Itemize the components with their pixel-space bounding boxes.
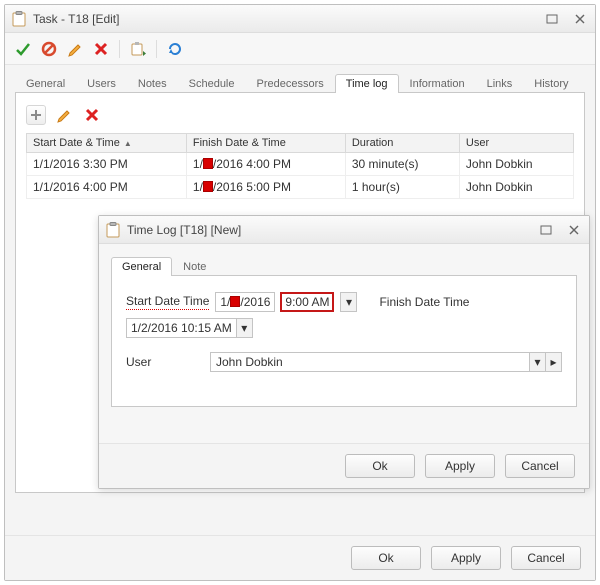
edit-pencil-icon[interactable] [65, 39, 85, 59]
tab-schedule[interactable]: Schedule [178, 74, 246, 93]
sort-asc-icon: ▲ [124, 139, 132, 148]
start-time-value: 9:00 AM [285, 295, 329, 309]
apply-button[interactable]: Apply [425, 454, 495, 478]
tab-general[interactable]: General [15, 74, 76, 93]
cell-start: 1/1/2016 3:30 PM [27, 153, 187, 176]
cell-finish: 1/ /2016 4:00 PM [186, 153, 345, 176]
close-icon[interactable] [565, 222, 583, 238]
user-combo[interactable]: John Dobkin ▾ ▸ [210, 352, 562, 372]
user-label: User [126, 355, 204, 369]
text: /2016 [240, 295, 270, 309]
cell-start: 1/1/2016 4:00 PM [27, 176, 187, 199]
red-marker-icon [203, 158, 213, 169]
dialog-tabs: General Note [111, 252, 577, 276]
restore-icon[interactable] [543, 11, 561, 27]
main-titlebar: Task - T18 [Edit] [5, 5, 595, 33]
ok-button[interactable]: Ok [351, 546, 421, 570]
restore-icon[interactable] [537, 222, 555, 238]
cell-duration: 1 hour(s) [345, 176, 459, 199]
red-marker-icon [230, 296, 240, 307]
ok-check-icon[interactable] [13, 39, 33, 59]
cancel-button[interactable]: Cancel [511, 546, 581, 570]
tab-time-log[interactable]: Time log [335, 74, 399, 93]
cell-text: /2016 4:00 PM [213, 157, 291, 171]
chevron-down-icon[interactable]: ▾ [236, 319, 252, 337]
edit-row-icon[interactable] [54, 105, 74, 125]
row-dates: Start Date Time 1/ /2016 9:00 AM ▾ Finish… [126, 292, 562, 338]
tab-predecessors[interactable]: Predecessors [246, 74, 335, 93]
no-entry-icon[interactable] [39, 39, 59, 59]
clipboard-icon [105, 221, 121, 239]
table-header-row: Start Date & Time ▲ Finish Date & Time Du… [27, 134, 574, 153]
col-duration[interactable]: Duration [345, 134, 459, 153]
clipboard-icon [11, 10, 27, 28]
cell-text: 1/ [193, 157, 203, 171]
finish-date-input[interactable]: 1/2/2016 10:15 AM ▾ [126, 318, 253, 338]
chevron-down-icon[interactable]: ▾ [529, 353, 545, 371]
chevron-down-icon: ▾ [340, 293, 356, 311]
time-log-table[interactable]: Start Date & Time ▲ Finish Date & Time Du… [26, 133, 574, 199]
add-button[interactable] [26, 105, 46, 125]
chevron-right-icon[interactable]: ▸ [545, 353, 561, 371]
table-row[interactable]: 1/1/2016 4:00 PM 1/ /2016 5:00 PM 1 hour(… [27, 176, 574, 199]
paste-icon[interactable] [128, 39, 148, 59]
main-toolbar [5, 33, 595, 65]
tab-users[interactable]: Users [76, 74, 127, 93]
refresh-icon[interactable] [165, 39, 185, 59]
cancel-button[interactable]: Cancel [505, 454, 575, 478]
dialog-body: Start Date Time 1/ /2016 9:00 AM ▾ Finish… [111, 276, 577, 407]
tab-history[interactable]: History [523, 74, 579, 93]
red-marker-icon [203, 181, 213, 192]
start-date-label: Start Date Time [126, 294, 209, 310]
main-button-row: Ok Apply Cancel [5, 535, 595, 580]
cell-user: John Dobkin [459, 176, 573, 199]
tab-information[interactable]: Information [399, 74, 476, 93]
user-value: John Dobkin [211, 355, 529, 369]
close-icon[interactable] [571, 11, 589, 27]
col-start-label: Start Date & Time [33, 137, 120, 149]
finish-date-label: Finish Date Time [379, 295, 469, 309]
delete-row-icon[interactable] [82, 105, 102, 125]
start-date-input[interactable]: 1/ /2016 [215, 292, 275, 312]
col-user[interactable]: User [459, 134, 573, 153]
dialog-button-row: Ok Apply Cancel [99, 443, 589, 488]
time-log-dialog: Time Log [T18] [New] General Note Start … [98, 215, 590, 489]
cell-text: /2016 5:00 PM [213, 180, 291, 194]
cell-duration: 30 minute(s) [345, 153, 459, 176]
ok-button[interactable]: Ok [345, 454, 415, 478]
main-tabs: General Users Notes Schedule Predecessor… [15, 69, 585, 93]
tab-notes[interactable]: Notes [127, 74, 178, 93]
tab-links[interactable]: Links [476, 74, 524, 93]
col-start[interactable]: Start Date & Time ▲ [27, 134, 187, 153]
col-finish[interactable]: Finish Date & Time [186, 134, 345, 153]
row-user: User John Dobkin ▾ ▸ [126, 352, 562, 372]
toolbar-separator [156, 40, 157, 58]
dialog-titlebar: Time Log [T18] [New] [99, 216, 589, 244]
cell-finish: 1/ /2016 5:00 PM [186, 176, 345, 199]
start-time-highlight[interactable]: 9:00 AM [280, 292, 334, 312]
delete-x-icon[interactable] [91, 39, 111, 59]
start-date-value: 1/ /2016 [216, 295, 274, 309]
grid-toolbar [26, 103, 574, 127]
finish-date-value: 1/2/2016 10:15 AM [127, 321, 236, 335]
dialog-title: Time Log [T18] [New] [127, 223, 537, 237]
tab-dialog-general[interactable]: General [111, 257, 172, 276]
text: 1/ [220, 295, 230, 309]
cell-user: John Dobkin [459, 153, 573, 176]
tab-dialog-note[interactable]: Note [172, 257, 217, 276]
table-row[interactable]: 1/1/2016 3:30 PM 1/ /2016 4:00 PM 30 minu… [27, 153, 574, 176]
start-date-dropdown[interactable]: ▾ [340, 292, 357, 312]
cell-text: 1/ [193, 180, 203, 194]
apply-button[interactable]: Apply [431, 546, 501, 570]
toolbar-separator [119, 40, 120, 58]
main-window-title: Task - T18 [Edit] [33, 12, 543, 26]
